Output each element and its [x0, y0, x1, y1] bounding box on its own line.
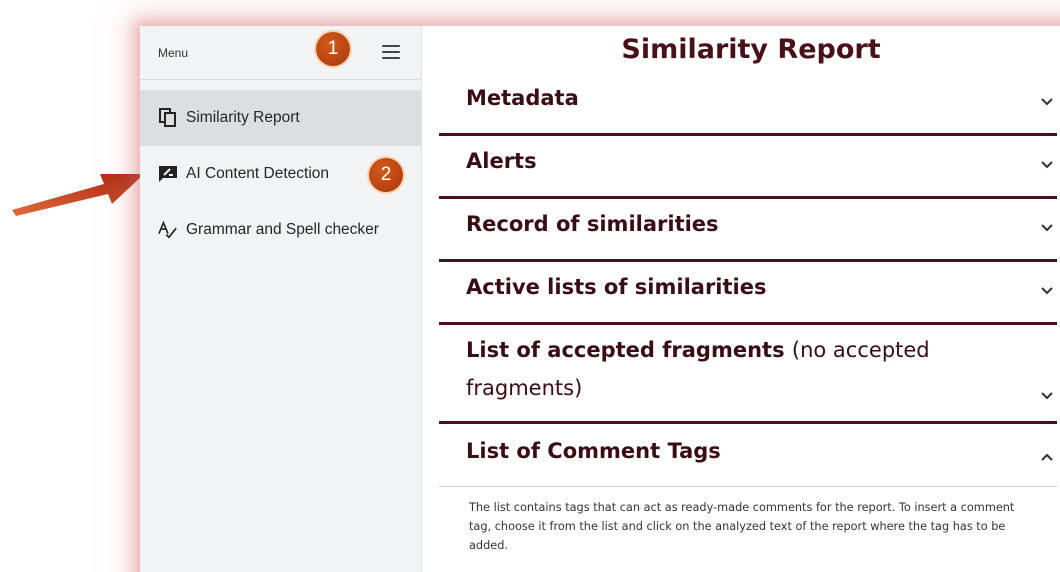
section-title: Record of similarities	[466, 212, 719, 236]
sidebar: Menu 1 Similarity Report AI Content Dete…	[140, 26, 422, 572]
section-comment-tags[interactable]: List of Comment Tags	[439, 427, 1057, 487]
chevron-down-icon[interactable]	[1039, 157, 1055, 173]
hamburger-menu-icon[interactable]	[382, 45, 400, 59]
section-title: Metadata	[466, 86, 579, 110]
section-accepted-fragments[interactable]: List of accepted fragments (no accepted …	[439, 328, 1057, 424]
section-title: Active lists of similarities	[466, 275, 767, 299]
step-badge-1: 1	[316, 32, 350, 66]
section-title-line2: fragments)	[466, 376, 583, 400]
sidebar-item-similarity-report[interactable]: Similarity Report	[140, 90, 421, 146]
menu-label: Menu	[158, 45, 189, 60]
report-panel: Similarity Report Metadata Alerts Record…	[422, 26, 1060, 572]
spellcheck-icon	[158, 220, 178, 240]
section-title-suffix: (no accepted	[791, 338, 930, 362]
sidebar-header: Menu 1	[140, 26, 421, 80]
step-badge-2: 2	[369, 158, 403, 192]
section-active-lists-of-similarities[interactable]: Active lists of similarities	[439, 265, 1057, 325]
ai-comment-icon	[158, 164, 178, 184]
page-title: Similarity Report	[621, 34, 881, 65]
chevron-down-icon[interactable]	[1039, 388, 1055, 404]
section-title-main: List of accepted fragments	[466, 338, 785, 362]
sidebar-item-grammar-spell-checker[interactable]: Grammar and Spell checker	[140, 202, 421, 258]
sidebar-item-label: Grammar and Spell checker	[186, 221, 379, 238]
app-window: Menu 1 Similarity Report AI Content Dete…	[140, 26, 1060, 572]
sidebar-item-label: Similarity Report	[186, 109, 300, 126]
section-metadata[interactable]: Metadata	[439, 76, 1057, 136]
section-alerts[interactable]: Alerts	[439, 139, 1057, 199]
sidebar-item-label: AI Content Detection	[186, 165, 330, 182]
comment-tags-description: The list contains tags that can act as r…	[469, 501, 1015, 552]
chevron-down-icon[interactable]	[1039, 94, 1055, 110]
chevron-down-icon[interactable]	[1039, 283, 1055, 299]
copy-icon	[158, 108, 178, 128]
section-title: List of accepted fragments (no accepted	[466, 338, 930, 362]
chevron-down-icon[interactable]	[1039, 220, 1055, 236]
section-title: Alerts	[466, 149, 537, 173]
annotation-arrow	[12, 174, 144, 216]
section-title: List of Comment Tags	[466, 439, 721, 463]
section-record-of-similarities[interactable]: Record of similarities	[439, 202, 1057, 262]
chevron-up-icon[interactable]	[1039, 449, 1055, 465]
